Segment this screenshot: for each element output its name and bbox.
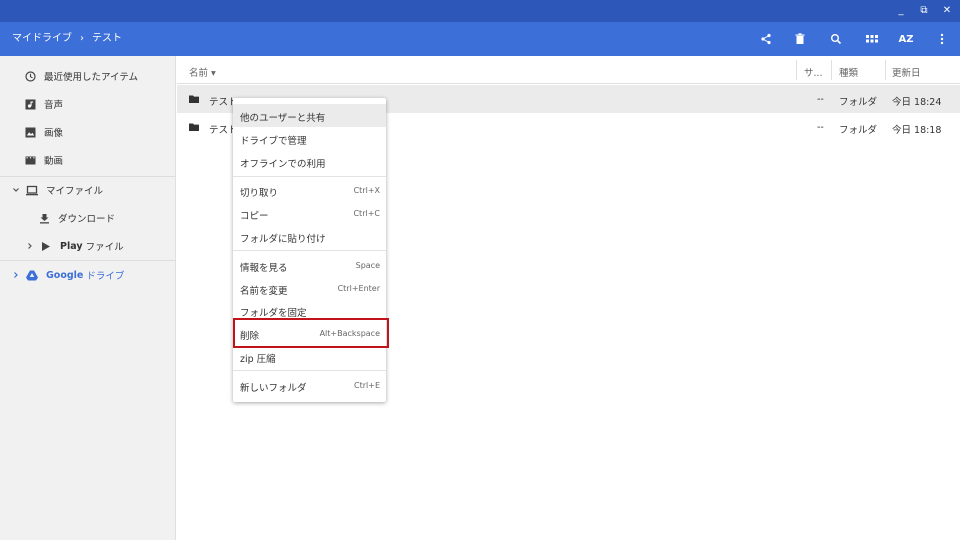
menu-item-shortcut: Ctrl+Enter [337, 284, 380, 293]
image-icon [24, 126, 36, 138]
more-icon[interactable] [934, 31, 950, 47]
column-name[interactable]: 名前 ▾ [189, 65, 216, 79]
clock-icon [24, 70, 36, 82]
menu-item-label: オフラインでの利用 [240, 159, 326, 170]
menu-item-manage-in-drive[interactable]: ドライブで管理 [233, 127, 386, 150]
share-icon[interactable] [758, 31, 774, 47]
menu-separator [233, 176, 386, 177]
sidebar-item-label: マイファイル [46, 186, 104, 197]
sidebar-item-my-files[interactable]: マイファイル [0, 176, 176, 204]
download-icon [38, 212, 50, 224]
sidebar-item-label-bold: Play [60, 240, 83, 252]
sidebar-item-images[interactable]: 画像 [0, 118, 176, 146]
file-modified: 今日 18:24 [892, 97, 942, 108]
menu-separator [233, 370, 386, 371]
folder-icon [189, 123, 199, 131]
column-separator[interactable] [796, 60, 797, 80]
folder-icon [189, 95, 199, 103]
title-bar: _ ⧉ ✕ [0, 0, 960, 22]
column-name-label: 名前 [189, 68, 209, 79]
column-type[interactable]: 種類 [839, 65, 858, 79]
menu-item-label: zip 圧縮 [240, 354, 276, 365]
column-header: 名前 ▾ サ... 種類 更新日 [177, 56, 960, 84]
context-menu: 他のユーザーと共有 ドライブで管理 オフラインでの利用 切り取り Ctrl+X コ… [233, 98, 386, 402]
menu-item-offline[interactable]: オフラインでの利用 [233, 150, 386, 173]
menu-item-label: ドライブで管理 [240, 136, 307, 147]
menu-item-shortcut: Ctrl+X [353, 186, 380, 195]
menu-item-share[interactable]: 他のユーザーと共有 [233, 104, 386, 127]
menu-item-new-folder[interactable]: 新しいフォルダ Ctrl+E [233, 374, 386, 397]
breadcrumb-my-drive[interactable]: マイドライブ [12, 22, 72, 56]
chevron-down-icon[interactable] [10, 184, 22, 196]
file-size: -- [817, 122, 824, 133]
chevron-right-icon[interactable] [10, 269, 22, 281]
sidebar-item-label: 音声 [44, 100, 64, 111]
breadcrumb: マイドライブ › テスト [12, 22, 122, 56]
menu-item-rename[interactable]: 名前を変更 Ctrl+Enter [233, 277, 386, 300]
column-modified[interactable]: 更新日 [892, 65, 921, 79]
sort-indicator-icon: ▾ [211, 68, 216, 79]
menu-item-label: 切り取り [240, 188, 279, 199]
menu-item-shortcut: Space [355, 261, 380, 270]
column-size[interactable]: サ... [804, 65, 823, 79]
menu-item-copy[interactable]: コピー Ctrl+C [233, 202, 386, 225]
drive-icon [26, 269, 38, 281]
sidebar-item-downloads[interactable]: ダウンロード [0, 204, 176, 232]
menu-item-cut[interactable]: 切り取り Ctrl+X [233, 179, 386, 202]
toolbar: マイドライブ › テスト AZ [0, 22, 960, 56]
sidebar-item-label-bold: Google [46, 269, 84, 281]
audio-icon [24, 98, 36, 110]
delete-highlight-box [233, 318, 389, 348]
menu-item-get-info[interactable]: 情報を見る Space [233, 254, 386, 277]
file-size: -- [817, 94, 824, 105]
column-separator[interactable] [831, 60, 832, 80]
minimize-button[interactable]: _ [894, 4, 908, 18]
sidebar-item-google-drive[interactable]: Google ドライブ [0, 261, 176, 289]
menu-item-shortcut: Ctrl+E [354, 381, 380, 390]
play-icon [40, 240, 52, 252]
menu-item-label: 情報を見る [240, 263, 288, 274]
menu-item-paste-into-folder[interactable]: フォルダに貼り付け [233, 225, 386, 248]
sidebar-item-videos[interactable]: 動画 [0, 146, 176, 174]
laptop-icon [26, 184, 38, 196]
sidebar-item-label: ファイル [85, 242, 124, 253]
file-type: フォルダ [839, 97, 878, 108]
menu-item-label: 他のユーザーと共有 [240, 113, 326, 124]
file-type: フォルダ [839, 125, 878, 136]
menu-item-shortcut: Ctrl+C [353, 209, 380, 218]
sort-label: AZ [898, 33, 914, 45]
sidebar-item-label: 画像 [44, 128, 64, 139]
sidebar-item-recent[interactable]: 最近使用したアイテム [0, 62, 176, 90]
sidebar-item-audio[interactable]: 音声 [0, 90, 176, 118]
video-icon [24, 154, 36, 166]
column-separator[interactable] [885, 60, 886, 80]
menu-separator [233, 250, 386, 251]
menu-item-label: フォルダに貼り付け [240, 234, 326, 245]
grid-view-icon[interactable] [864, 31, 880, 47]
menu-item-zip[interactable]: zip 圧縮 [233, 345, 386, 368]
search-icon[interactable] [828, 31, 844, 47]
delete-icon[interactable] [792, 31, 808, 47]
menu-item-label: 新しいフォルダ [240, 383, 307, 394]
breadcrumb-test[interactable]: テスト [92, 22, 122, 56]
menu-item-label: 名前を変更 [240, 286, 288, 297]
sidebar-item-label: 最近使用したアイテム [44, 72, 139, 83]
close-button[interactable]: ✕ [940, 4, 954, 18]
sort-icon[interactable]: AZ [898, 31, 914, 47]
menu-item-label: コピー [240, 211, 269, 222]
file-modified: 今日 18:18 [892, 125, 942, 136]
chevron-right-icon[interactable] [24, 240, 36, 252]
breadcrumb-separator: › [80, 33, 84, 44]
restore-button[interactable]: ⧉ [917, 4, 931, 18]
sidebar-item-label: ドライブ [86, 271, 125, 282]
sidebar: 最近使用したアイテム 音声 画像 動画 マイファイル ダウンロード Play フ… [0, 56, 176, 540]
sidebar-item-label: 動画 [44, 156, 64, 167]
menu-item-label: フォルダを固定 [240, 308, 307, 319]
sidebar-item-label: ダウンロード [58, 214, 116, 225]
sidebar-item-play-files[interactable]: Play ファイル [0, 232, 176, 260]
